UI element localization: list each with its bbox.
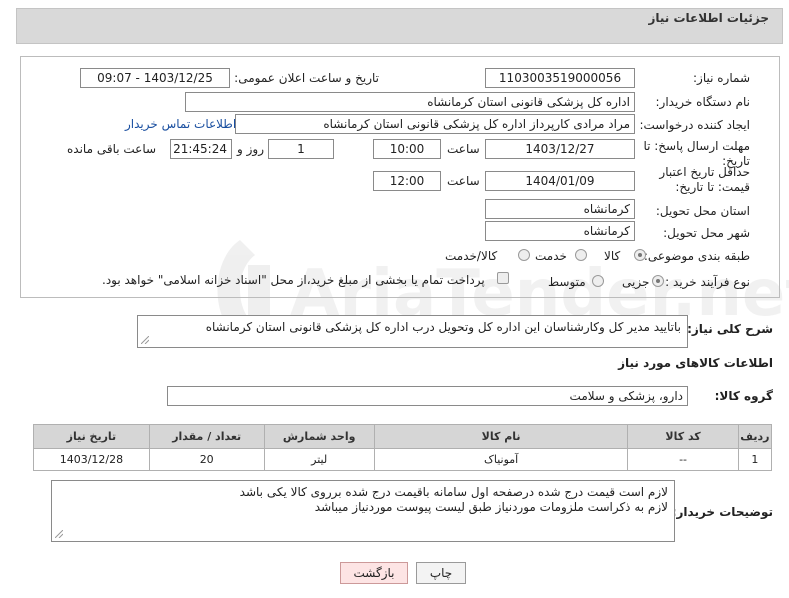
process-small-label: جزیی	[622, 275, 650, 289]
need-number-label: شماره نیاز:	[693, 71, 750, 85]
buyer-notes-line-1: لازم است قیمت درج شده درصفحه اول سامانه …	[239, 485, 668, 499]
validity-label: حداقل تاریخ اعتبار قیمت: تا تاریخ:	[659, 165, 750, 194]
creator-field: مراد مرادی کارپرداز اداره کل پزشکی قانون…	[235, 114, 635, 134]
resize-grip-icon[interactable]	[55, 530, 63, 538]
category-radio-service[interactable]	[575, 249, 587, 261]
contact-buyer-link[interactable]: اطلاعات تماس خریدار	[125, 117, 236, 131]
cell-unit: لیتر	[263, 448, 375, 471]
validity-time-field: 12:00	[373, 171, 441, 191]
remaining-time-field: 21:45:24	[170, 139, 232, 159]
process-radio-medium[interactable]	[592, 275, 604, 287]
days-label: روز و	[237, 142, 264, 156]
col-qty-header: تعداد / مقدار	[148, 424, 265, 449]
goods-group-field: دارو، پزشکی و سلامت	[167, 386, 688, 406]
print-button[interactable]: چاپ	[416, 562, 466, 584]
deadline-date-field: 1403/12/27	[485, 139, 635, 159]
treasury-payment-note: پرداخت تمام یا بخشی از مبلغ خرید،از محل …	[102, 273, 485, 287]
buyer-label: نام دستگاه خریدار:	[655, 95, 751, 109]
col-code-header: کد کالا	[627, 424, 739, 449]
buyer-notes-field: لازم است قیمت درج شده درصفحه اول سامانه …	[51, 480, 675, 542]
buyer-field: اداره کل پزشکی قانونی استان کرمانشاه	[185, 92, 635, 112]
validity-time-label: ساعت	[447, 174, 480, 188]
goods-table-header: ردیف کد کالا نام کالا واحد شمارش تعداد /…	[33, 424, 773, 449]
back-button[interactable]: بازگشت	[340, 562, 408, 584]
city-field: کرمانشاه	[485, 221, 635, 241]
category-radio-goods[interactable]	[634, 249, 646, 261]
creator-label: ایجاد کننده درخواست:	[639, 118, 750, 132]
deadline-time-label: ساعت	[447, 142, 480, 156]
cell-index: 1	[737, 448, 773, 471]
province-field: کرمانشاه	[485, 199, 635, 219]
goods-group-label: گروه کالا:	[714, 389, 773, 403]
process-radio-small[interactable]	[652, 275, 664, 287]
category-goods-label: کالا	[604, 249, 621, 263]
days-field: 1	[268, 139, 334, 159]
cell-name: آمونیاک	[373, 448, 629, 471]
col-date-header: تاریخ نیاز	[33, 424, 150, 449]
announce-field: 1403/12/25 - 09:07	[80, 68, 230, 88]
province-label: استان محل تحویل:	[655, 204, 750, 218]
cell-date: 1403/12/28	[33, 448, 150, 471]
col-row-header: ردیف	[737, 424, 773, 449]
category-radio-both[interactable]	[518, 249, 530, 261]
col-unit-header: واحد شمارش	[263, 424, 375, 449]
description-field: باتایید مدیر کل وکارشناسان این اداره کل …	[137, 315, 688, 348]
validity-date-field: 1404/01/09	[485, 171, 635, 191]
announce-label: تاریخ و ساعت اعلان عمومی:	[234, 71, 379, 85]
description-label: شرح کلی نیاز:	[687, 322, 773, 336]
city-label: شهر محل تحویل:	[663, 226, 750, 240]
resize-grip-icon[interactable]	[141, 336, 149, 344]
buyer-notes-line-2: لازم به ذکراست ملزومات موردنیاز طبق لیست…	[314, 500, 668, 514]
goods-table: ردیف کد کالا نام کالا واحد شمارش تعداد /…	[33, 424, 773, 471]
category-both-label: کالا/خدمت	[445, 249, 498, 263]
goods-section-title: اطلاعات کالاهای مورد نیاز	[618, 356, 773, 370]
buyer-notes-label: توضیحات خریدار:	[671, 505, 773, 519]
category-label: طبقه بندی موضوعی:	[643, 249, 750, 263]
cell-qty: 20	[148, 448, 265, 471]
treasury-payment-checkbox[interactable]	[497, 272, 509, 284]
process-medium-label: متوسط	[548, 275, 586, 289]
deadline-time-field: 10:00	[373, 139, 441, 159]
need-number-field: 1103003519000056	[485, 68, 635, 88]
col-name-header: نام کالا	[373, 424, 629, 449]
remaining-label: ساعت باقی مانده	[67, 142, 157, 156]
category-service-label: خدمت	[535, 249, 567, 263]
table-row: 1 -- آمونیاک لیتر 20 1403/12/28	[33, 448, 773, 471]
page-title: جزئیات اطلاعات نیاز	[648, 11, 769, 25]
process-label: نوع فرآیند خرید :	[665, 275, 750, 289]
description-text: باتایید مدیر کل وکارشناسان این اداره کل …	[205, 320, 681, 334]
cell-code: --	[627, 448, 739, 471]
